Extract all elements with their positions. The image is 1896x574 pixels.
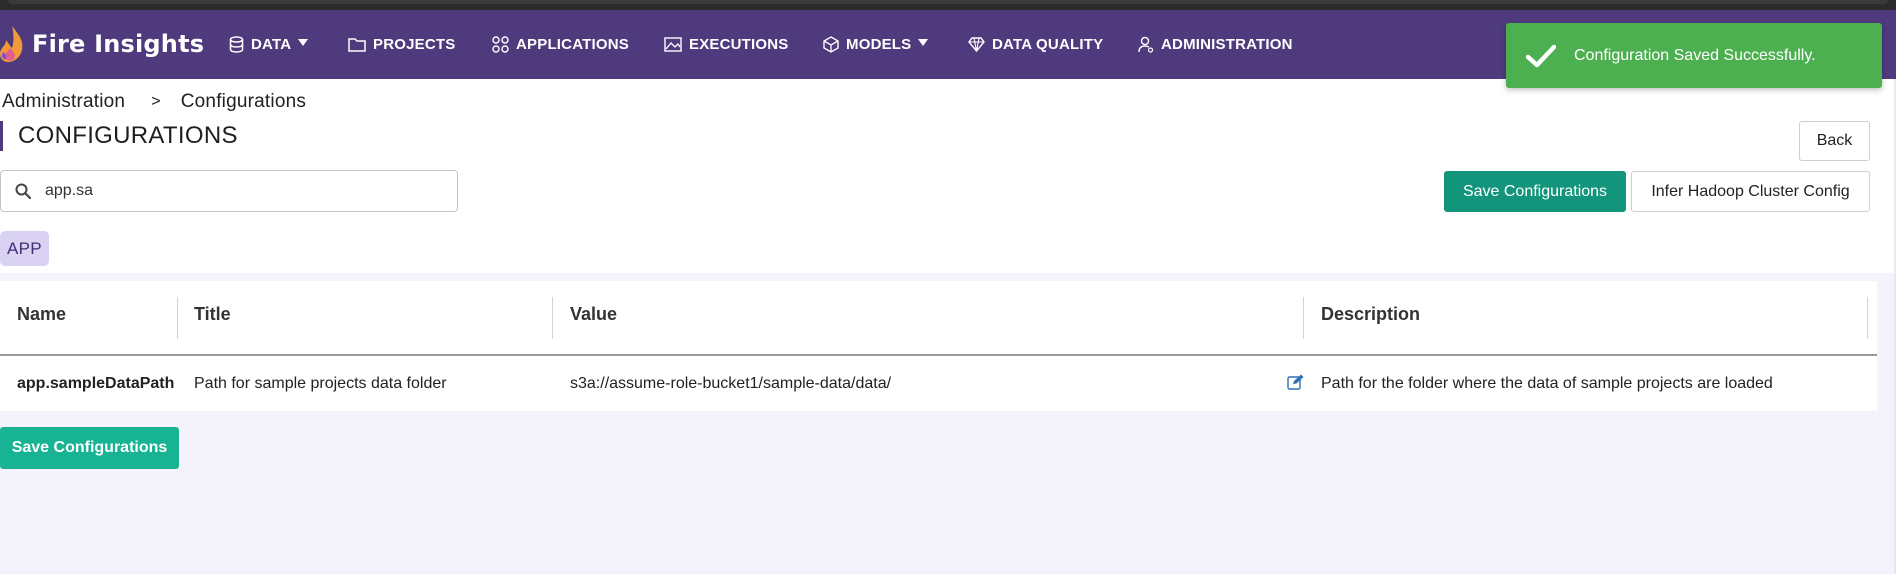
nav-administration-label: ADMINISTRATION: [1161, 35, 1293, 53]
row-name-cell: app.sampleDataPath: [17, 375, 175, 392]
folder-icon: [348, 37, 366, 52]
nav-administration[interactable]: ADMINISTRATION: [1138, 32, 1293, 56]
nav-data-label: DATA: [251, 35, 292, 53]
column-divider[interactable]: [1867, 297, 1868, 339]
edit-icon[interactable]: [1287, 374, 1304, 390]
nav-executions-label: EXECUTIONS: [689, 35, 789, 53]
column-header-value[interactable]: Value: [570, 297, 617, 331]
column-header-name[interactable]: Name: [17, 297, 66, 331]
nav-data[interactable]: DATA: [229, 32, 309, 56]
database-icon: [229, 35, 244, 53]
nav-models-label: MODELS: [846, 35, 912, 53]
back-button[interactable]: Back: [1799, 121, 1870, 161]
nav-projects-label: PROJECTS: [373, 35, 456, 53]
nav-executions[interactable]: EXECUTIONS: [664, 32, 789, 56]
save-configurations-bottom-button[interactable]: Save Configurations: [0, 427, 179, 469]
page-title-wrap: CONFIGURATIONS: [0, 121, 238, 151]
nav-models[interactable]: MODELS: [823, 32, 929, 56]
title-accent-bar: [0, 121, 3, 151]
diamond-icon: [968, 36, 985, 52]
breadcrumb: Administration > Configurations: [2, 91, 306, 113]
search-input[interactable]: [45, 182, 425, 200]
success-toast[interactable]: Configuration Saved Successfully.: [1506, 23, 1882, 88]
app-title: Fire Insights: [32, 30, 205, 58]
image-chart-icon: [664, 36, 682, 52]
caret-down-icon: [918, 39, 929, 46]
nav-applications-label: APPLICATIONS: [516, 35, 629, 53]
breadcrumb-administration-link[interactable]: Administration: [2, 91, 125, 113]
page-title: CONFIGURATIONS: [18, 122, 238, 149]
column-header-title[interactable]: Title: [194, 297, 231, 331]
column-divider[interactable]: [1303, 297, 1304, 339]
cube-icon: [823, 35, 839, 53]
save-configurations-top-button[interactable]: Save Configurations: [1444, 171, 1626, 212]
column-divider[interactable]: [177, 297, 178, 339]
main-content: Administration > Configurations CONFIGUR…: [0, 79, 1896, 273]
search-icon: [15, 183, 31, 199]
nav-applications[interactable]: APPLICATIONS: [492, 32, 629, 56]
row-title-cell: Path for sample projects data folder: [194, 375, 447, 392]
breadcrumb-separator: >: [151, 93, 161, 110]
category-chip-app[interactable]: APP: [0, 231, 49, 266]
caret-down-icon: [298, 39, 309, 46]
search-field[interactable]: [0, 170, 458, 212]
configurations-table: Name Title Value Description app.sampleD…: [0, 281, 1877, 411]
column-header-description[interactable]: Description: [1321, 297, 1420, 331]
browser-top-strip: [0, 0, 1896, 10]
infer-hadoop-cluster-config-button[interactable]: Infer Hadoop Cluster Config: [1631, 171, 1870, 212]
grid-icon: [492, 35, 509, 53]
nav-data-quality[interactable]: DATA QUALITY: [968, 32, 1103, 56]
header-divider-line: [0, 354, 1877, 356]
user-gear-icon: [1138, 36, 1154, 53]
row-description-cell: Path for the folder where the data of sa…: [1321, 375, 1773, 392]
app-logo[interactable]: Fire Insights: [0, 22, 204, 66]
breadcrumb-current: Configurations: [180, 91, 307, 112]
checkmark-icon: [1526, 44, 1556, 67]
row-value-cell[interactable]: s3a://assume-role-bucket1/sample-data/da…: [570, 373, 891, 395]
toast-message: Configuration Saved Successfully.: [1574, 46, 1816, 64]
flame-logo-icon: [0, 26, 23, 62]
column-divider[interactable]: [552, 297, 553, 339]
nav-data-quality-label: DATA QUALITY: [992, 35, 1104, 53]
nav-projects[interactable]: PROJECTS: [348, 32, 455, 56]
